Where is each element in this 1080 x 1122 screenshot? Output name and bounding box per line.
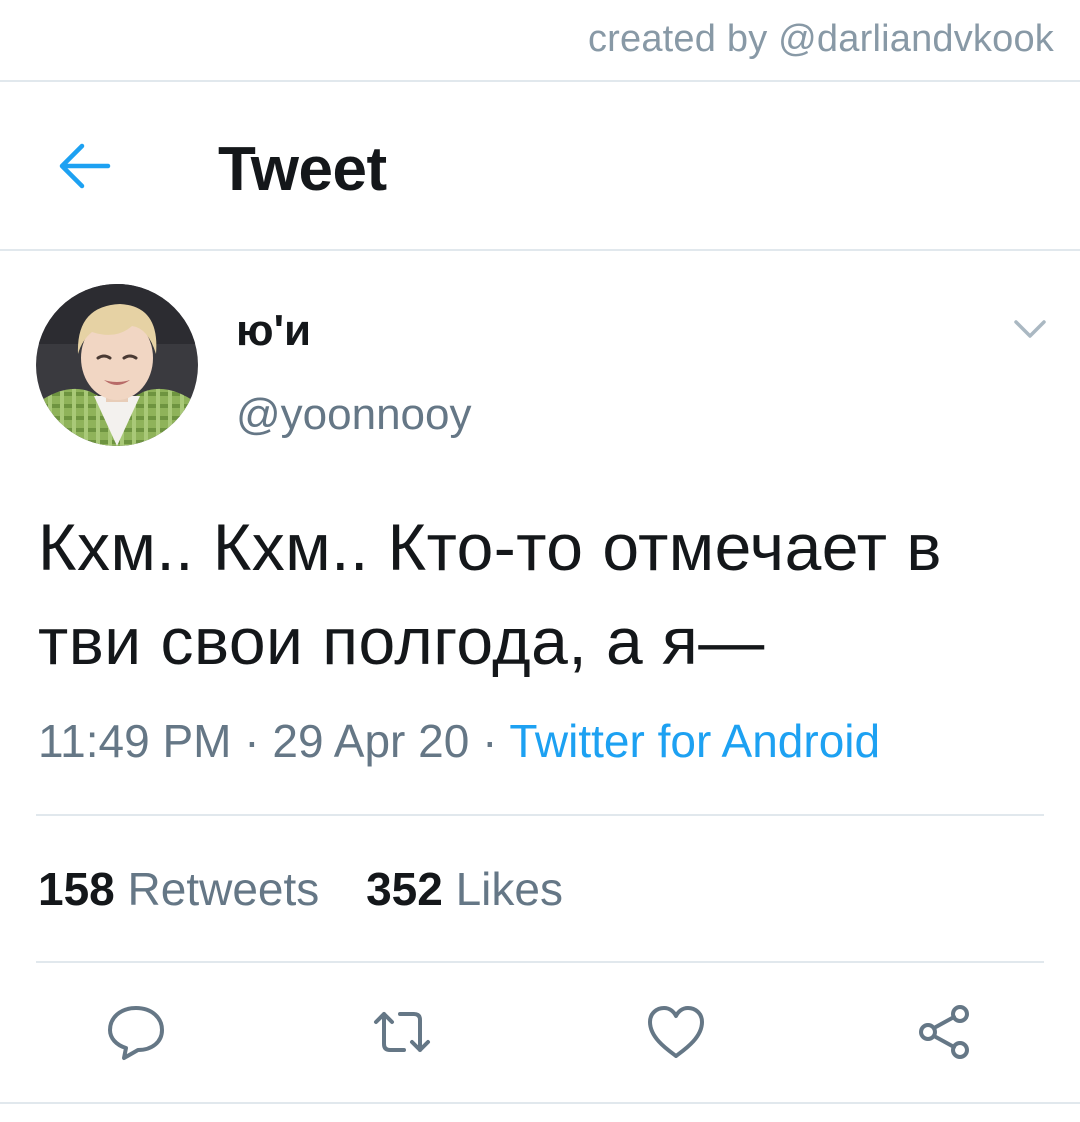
tweet-date: 29 Apr 20 bbox=[272, 715, 470, 767]
arrow-left-icon bbox=[59, 143, 111, 189]
reply-button[interactable] bbox=[104, 1000, 168, 1064]
meta-separator: · bbox=[231, 715, 273, 767]
tweet-text: Кхм.. Кхм.. Кто-то отмечает в тви свои п… bbox=[38, 510, 942, 678]
meta-divider bbox=[36, 814, 1044, 816]
retweets-stat[interactable]: 158 Retweets bbox=[38, 862, 319, 916]
tweet-stats: 158 Retweets 352 Likes bbox=[38, 862, 597, 916]
share-icon bbox=[919, 1005, 969, 1059]
bottom-divider bbox=[0, 1102, 1080, 1104]
watermark-text: created by @darliandvkook bbox=[587, 18, 1054, 60]
back-button[interactable] bbox=[52, 138, 116, 194]
meta-separator: · bbox=[469, 715, 510, 767]
share-button[interactable] bbox=[912, 1000, 976, 1064]
avatar-image bbox=[36, 284, 198, 446]
page-title: Tweet bbox=[218, 135, 387, 204]
likes-count: 352 bbox=[366, 863, 443, 915]
tweet-source-link[interactable]: Twitter for Android bbox=[509, 715, 880, 767]
likes-label: Likes bbox=[455, 863, 563, 915]
chevron-down-icon bbox=[1014, 320, 1046, 338]
retweets-label: Retweets bbox=[127, 863, 320, 915]
avatar[interactable] bbox=[36, 284, 198, 446]
app-header: Tweet bbox=[0, 82, 1080, 250]
like-button[interactable] bbox=[644, 1000, 708, 1064]
retweet-button[interactable] bbox=[370, 1000, 434, 1064]
author-display-name[interactable]: ю'и bbox=[236, 306, 311, 356]
tweet-time: 11:49 PM bbox=[38, 715, 232, 767]
reply-icon bbox=[108, 1006, 164, 1060]
author-handle[interactable]: @yoonnooy bbox=[236, 390, 472, 440]
retweet-icon bbox=[374, 1012, 430, 1052]
heart-icon bbox=[648, 1006, 704, 1058]
retweets-count: 158 bbox=[38, 863, 115, 915]
likes-stat[interactable]: 352 Likes bbox=[366, 862, 563, 916]
tweet-meta: 11:49 PM · 29 Apr 20 · Twitter for Andro… bbox=[38, 714, 880, 768]
more-options-button[interactable] bbox=[1010, 312, 1050, 346]
stats-divider bbox=[36, 961, 1044, 963]
header-divider bbox=[0, 249, 1080, 251]
